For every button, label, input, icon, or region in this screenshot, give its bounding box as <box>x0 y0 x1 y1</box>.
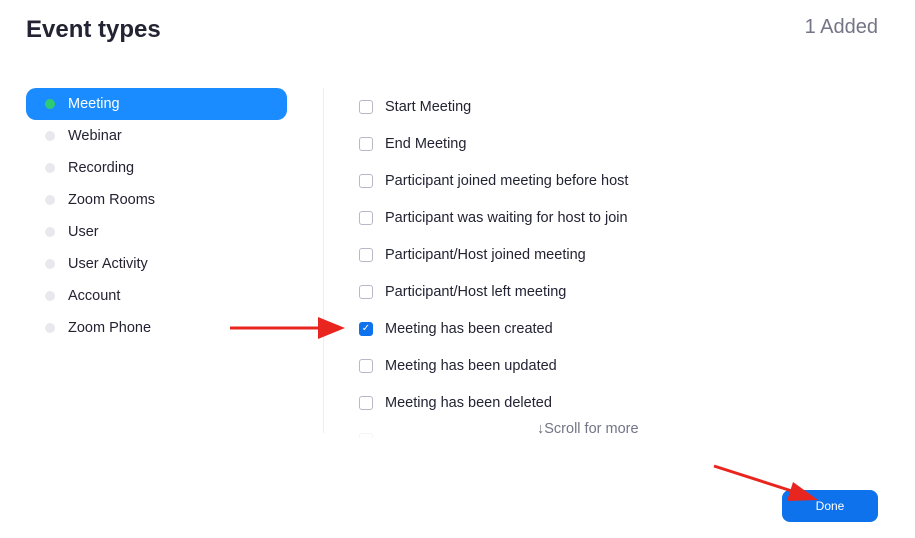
annotation-arrow-icon <box>230 317 818 501</box>
